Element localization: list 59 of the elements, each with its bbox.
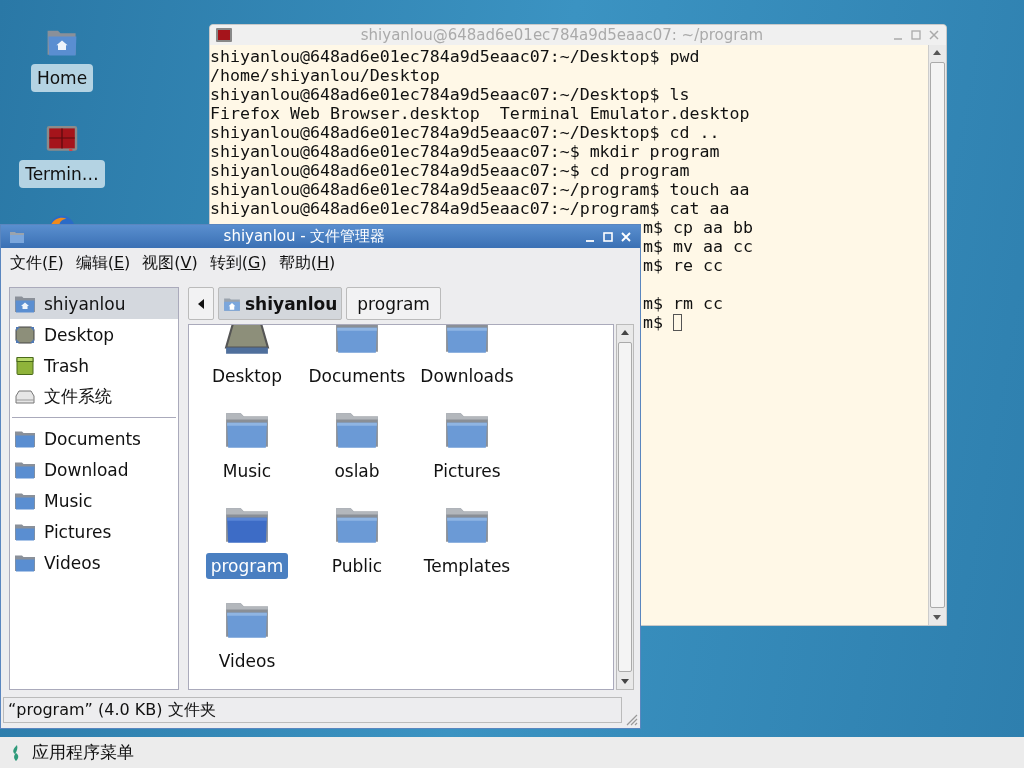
terminal-line: shiyanlou@648ad6e01ec784a9d5eaac07:~/Desktop$ cd .. <box>210 123 720 142</box>
terminal-line: Firefox Web Browser.desktop Terminal Emulator.desktop <box>210 104 750 123</box>
sidebar-item[interactable]: 文件系统 <box>10 381 178 412</box>
left-arrow-icon <box>197 297 205 310</box>
status-bar: “program” (4.0 KB) 文件夹 <box>3 697 622 723</box>
drive-icon[interactable] <box>224 325 270 357</box>
window-title: shiyanlou - 文件管理器 <box>222 227 387 246</box>
back-button[interactable] <box>188 287 214 320</box>
terminal-line: shiyanlou@648ad6e01ec784a9d5eaac07:~/program$ cat aa <box>210 199 730 218</box>
sidebar-item[interactable]: Trash <box>10 350 178 381</box>
terminal-line: m$ rm cc <box>643 294 723 313</box>
file-item[interactable]: Documents <box>303 363 411 389</box>
file-item[interactable]: Desktop <box>206 363 288 389</box>
file-item[interactable]: program <box>205 553 289 579</box>
path-button[interactable]: shiyanlou <box>218 287 343 320</box>
sidebar-item[interactable]: Music <box>10 485 178 516</box>
terminal-line: m$ re cc <box>643 256 723 275</box>
menu-item[interactable]: 视图(V) <box>137 250 203 277</box>
terminal-icon <box>216 28 232 42</box>
sidebar-item[interactable]: Documents <box>10 423 178 454</box>
file-item[interactable]: Music <box>217 458 277 484</box>
terminal-line: m$ <box>643 313 663 332</box>
menu-item[interactable]: 帮助(H) <box>273 250 341 277</box>
maximize-icon[interactable] <box>910 29 922 41</box>
sidebar-item[interactable]: Desktop <box>10 319 178 350</box>
file-item[interactable]: Public <box>326 553 388 579</box>
menu-item[interactable]: 编辑(E) <box>70 250 136 277</box>
desktop-icon-label[interactable]: Termin… <box>19 160 105 188</box>
applications-menu[interactable]: 应用程序菜单 <box>32 741 134 764</box>
terminal-line: shiyanlou@648ad6e01ec784a9d5eaac07:~/Desktop$ ls <box>210 85 690 104</box>
scrollbar[interactable] <box>616 324 634 690</box>
file-item[interactable]: Templates <box>418 553 516 579</box>
terminal-line: shiyanlou@648ad6e01ec784a9d5eaac07:~/Desktop$ pwd <box>210 47 700 66</box>
file-item[interactable]: Downloads <box>415 363 519 389</box>
trash-icon <box>14 355 36 376</box>
close-icon[interactable] <box>928 29 940 41</box>
terminal-line: shiyanlou@648ad6e01ec784a9d5eaac07:~$ cd program <box>210 161 690 180</box>
terminal-line: /home/shiyanlou/Desktop <box>210 66 440 85</box>
path-button[interactable]: program <box>346 287 441 320</box>
drive-icon <box>14 324 36 345</box>
terminal-line: m$ mv aa cc <box>643 237 753 256</box>
desktop-icon-label[interactable]: Home <box>30 64 94 92</box>
terminal-line: shiyanlou@648ad6e01ec784a9d5eaac07:~/program$ touch aa <box>210 180 750 199</box>
menu-item[interactable]: 转到(G) <box>204 250 272 277</box>
resize-grip-icon[interactable] <box>624 712 638 726</box>
home-folder-icon <box>9 229 25 244</box>
menu-item[interactable]: 文件(F) <box>5 250 69 277</box>
file-item[interactable]: Pictures <box>428 458 506 484</box>
scrollbar[interactable] <box>928 45 946 625</box>
file-item[interactable]: oslab <box>329 458 385 484</box>
file-item[interactable]: Videos <box>213 648 281 674</box>
sidebar-item[interactable]: Pictures <box>10 516 178 547</box>
sidebar-item[interactable]: shiyanlou <box>10 288 178 319</box>
sidebar-item[interactable]: Download <box>10 454 178 485</box>
sidebar-item[interactable]: Videos <box>10 547 178 578</box>
terminal-line: m$ cp aa bb <box>643 218 753 237</box>
window-title: shiyanlou@648ad6e01ec784a9d5eaac07: ~/program <box>359 26 765 44</box>
terminal-line: shiyanlou@648ad6e01ec784a9d5eaac07:~$ mkdir program <box>210 142 720 161</box>
home-folder-icon <box>223 295 241 312</box>
